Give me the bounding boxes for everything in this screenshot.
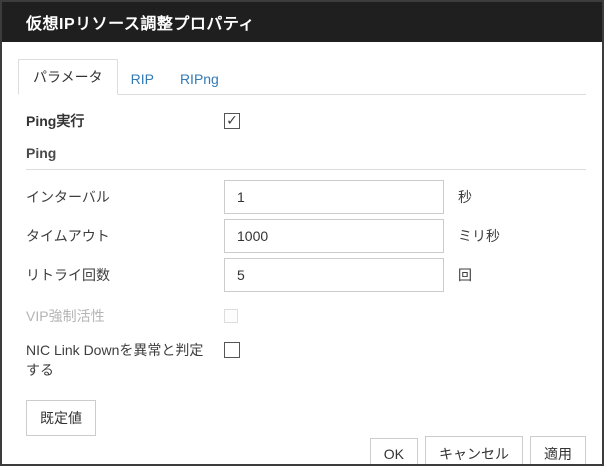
- check-icon: ✓: [226, 113, 238, 127]
- default-button-row: 既定値: [26, 400, 586, 436]
- interval-unit: 秒: [458, 187, 472, 207]
- nic-link-down-row: NIC Link Downを異常と判定する: [26, 340, 586, 381]
- retry-count-row: リトライ回数 回: [26, 258, 586, 292]
- tab-ripng[interactable]: RIPng: [167, 63, 232, 95]
- timeout-label: タイムアウト: [26, 226, 224, 246]
- ping-exec-label: Ping実行: [26, 111, 224, 131]
- ping-exec-row: Ping実行 ✓: [26, 111, 586, 131]
- interval-row: インターバル 秒: [26, 180, 586, 214]
- dialog-body: パラメータ RIP RIPng Ping実行 ✓ Ping インターバル 秒 タ…: [2, 42, 602, 464]
- apply-button[interactable]: 適用: [530, 436, 586, 466]
- timeout-row: タイムアウト ミリ秒: [26, 219, 586, 253]
- default-values-button[interactable]: 既定値: [26, 400, 96, 436]
- vip-force-label: VIP強制活性: [26, 306, 224, 326]
- virtual-ip-resource-properties-dialog: 仮想IPリソース調整プロパティ パラメータ RIP RIPng Ping実行 ✓…: [0, 0, 604, 466]
- interval-label: インターバル: [26, 187, 224, 207]
- dialog-titlebar: 仮想IPリソース調整プロパティ: [2, 2, 602, 42]
- retry-count-input[interactable]: [224, 258, 444, 292]
- timeout-input[interactable]: [224, 219, 444, 253]
- dialog-title: 仮想IPリソース調整プロパティ: [26, 10, 255, 34]
- ok-button[interactable]: OK: [370, 438, 418, 466]
- ping-exec-checkbox[interactable]: ✓: [224, 113, 240, 129]
- cancel-button[interactable]: キャンセル: [425, 436, 523, 466]
- tab-rip[interactable]: RIP: [118, 63, 167, 95]
- tab-parameter[interactable]: パラメータ: [18, 59, 118, 95]
- retry-count-label: リトライ回数: [26, 265, 224, 285]
- vip-force-row: VIP強制活性: [26, 306, 586, 326]
- ping-section-header: Ping: [26, 145, 586, 161]
- vip-force-checkbox: [224, 309, 238, 323]
- interval-input[interactable]: [224, 180, 444, 214]
- retry-count-unit: 回: [458, 265, 472, 285]
- nic-link-down-label: NIC Link Downを異常と判定する: [26, 340, 224, 381]
- tab-bar: パラメータ RIP RIPng: [18, 59, 586, 95]
- dialog-footer: OK キャンセル 適用: [18, 436, 586, 466]
- ping-section-divider: [26, 169, 586, 170]
- nic-link-down-checkbox[interactable]: [224, 342, 240, 358]
- timeout-unit: ミリ秒: [458, 226, 500, 246]
